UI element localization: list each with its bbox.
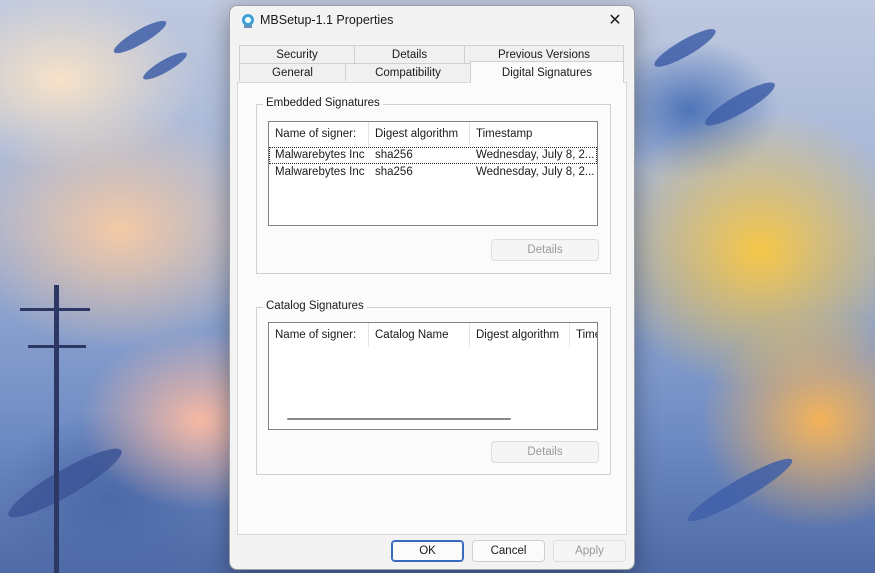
wallpaper-stroke bbox=[700, 76, 780, 132]
signer-name: Malwarebytes Inc bbox=[275, 149, 365, 161]
wallpaper-yard bbox=[20, 308, 90, 311]
tab-digital-signatures[interactable]: Digital Signatures bbox=[470, 61, 624, 83]
wallpaper-stroke bbox=[683, 451, 797, 529]
column-time[interactable]: Time bbox=[570, 323, 597, 347]
wallpaper-stroke bbox=[650, 23, 720, 73]
list-header: Name of signer: Catalog Name Digest algo… bbox=[269, 323, 597, 347]
column-timestamp[interactable]: Timestamp bbox=[470, 122, 597, 146]
installer-icon bbox=[242, 14, 254, 28]
close-button[interactable]: ✕ bbox=[600, 8, 630, 34]
table-row[interactable]: Malwarebytes Inc sha256 Wednesday, July … bbox=[269, 147, 597, 164]
catalog-signatures-label: Catalog Signatures bbox=[263, 300, 367, 312]
list-header: Name of signer: Digest algorithm Timesta… bbox=[269, 122, 597, 146]
embedded-signatures-label: Embedded Signatures bbox=[263, 97, 383, 109]
embedded-signatures-list[interactable]: Name of signer: Digest algorithm Timesta… bbox=[268, 121, 598, 226]
timestamp: Wednesday, July 8, 2... bbox=[476, 149, 595, 161]
wallpaper-stroke bbox=[2, 439, 128, 527]
wallpaper-stroke bbox=[110, 15, 170, 59]
tab-details[interactable]: Details bbox=[354, 45, 465, 63]
column-digest-algorithm[interactable]: Digest algorithm bbox=[470, 323, 570, 347]
window-title: MBSetup-1.1 Properties bbox=[260, 13, 394, 27]
column-digest-algorithm[interactable]: Digest algorithm bbox=[369, 122, 470, 146]
column-catalog-name[interactable]: Catalog Name bbox=[369, 323, 470, 347]
tab-compatibility[interactable]: Compatibility bbox=[345, 63, 471, 81]
tab-panel: Embedded Signatures Name of signer: Dige… bbox=[237, 82, 627, 535]
catalog-details-button[interactable]: Details bbox=[491, 441, 599, 463]
column-name-of-signer[interactable]: Name of signer: bbox=[269, 122, 369, 146]
catalog-signatures-list[interactable]: Name of signer: Catalog Name Digest algo… bbox=[268, 322, 598, 430]
digest-algorithm: sha256 bbox=[375, 149, 413, 161]
signer-name: Malwarebytes Inc bbox=[275, 166, 365, 178]
tab-general[interactable]: General bbox=[239, 63, 346, 81]
digest-algorithm: sha256 bbox=[375, 166, 413, 178]
tab-security[interactable]: Security bbox=[239, 45, 355, 63]
timestamp: Wednesday, July 8, 2... bbox=[476, 166, 595, 178]
ok-button[interactable]: OK bbox=[391, 540, 464, 562]
table-row[interactable]: Malwarebytes Inc sha256 Wednesday, July … bbox=[269, 164, 597, 181]
catalog-signatures-group: Catalog Signatures Name of signer: Catal… bbox=[256, 300, 611, 475]
title-bar: MBSetup-1.1 Properties ✕ bbox=[230, 6, 634, 38]
wallpaper-mast bbox=[54, 285, 59, 573]
properties-dialog: MBSetup-1.1 Properties ✕ Security Detail… bbox=[229, 5, 635, 570]
horizontal-scrollbar[interactable] bbox=[287, 418, 511, 420]
wallpaper-stroke bbox=[140, 48, 190, 84]
wallpaper-yard bbox=[28, 345, 86, 348]
embedded-details-button[interactable]: Details bbox=[491, 239, 599, 261]
column-name-of-signer[interactable]: Name of signer: bbox=[269, 323, 369, 347]
apply-button[interactable]: Apply bbox=[553, 540, 626, 562]
embedded-signatures-group: Embedded Signatures Name of signer: Dige… bbox=[256, 97, 611, 274]
cancel-button[interactable]: Cancel bbox=[472, 540, 545, 562]
